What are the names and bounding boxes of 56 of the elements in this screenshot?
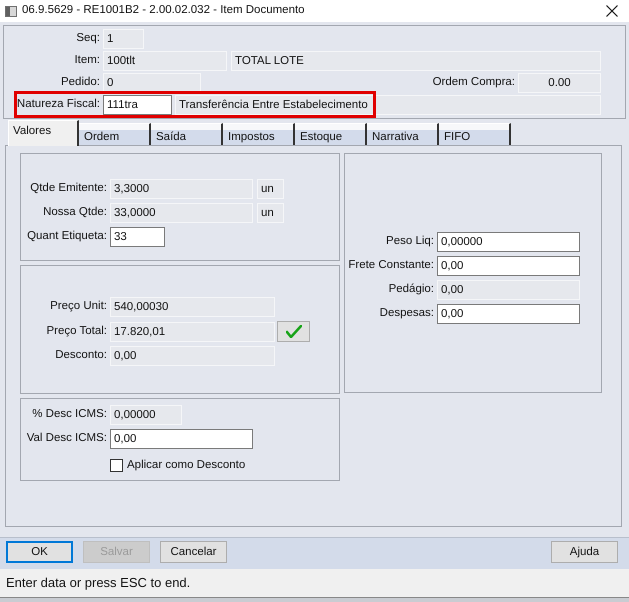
- unit-field: un: [257, 203, 284, 223]
- input-field[interactable]: 111tra: [103, 95, 172, 115]
- field-label: Frete Constante:: [347, 258, 434, 274]
- dialog-button[interactable]: OK: [6, 541, 73, 563]
- field-label: % Desc ICMS:: [31, 407, 107, 422]
- input-field[interactable]: 33: [110, 227, 165, 247]
- field-label: Pedágio:: [388, 282, 434, 298]
- window-title: 06.9.5629 - RE1001B2 - 2.00.02.032 - Item Documento: [22, 3, 305, 18]
- checkbox[interactable]: [110, 459, 123, 472]
- tab[interactable]: Estoque: [295, 123, 367, 145]
- readonly-field: 0,00000: [110, 405, 182, 425]
- input-field[interactable]: 0,00: [437, 256, 580, 276]
- close-icon[interactable]: [606, 5, 618, 17]
- readonly-field: 0: [103, 73, 201, 93]
- field-label: Peso Liq:: [385, 234, 434, 250]
- field-label: Pedido:: [60, 75, 100, 90]
- field-label: Despesas:: [378, 306, 434, 322]
- confirm-button[interactable]: [277, 321, 310, 342]
- readonly-field: 0,00: [437, 280, 580, 300]
- readonly-field: 540,00030: [110, 297, 275, 317]
- tab[interactable]: Valores: [8, 120, 79, 146]
- field-label: Nossa Qtde:: [42, 205, 107, 220]
- field-label: Val Desc ICMS:: [26, 431, 107, 446]
- readonly-field: Transferência Entre Estabelecimento: [175, 95, 601, 115]
- input-field[interactable]: 0,00: [110, 429, 253, 449]
- readonly-field: 0,00: [110, 346, 275, 366]
- input-field[interactable]: 0,00: [437, 304, 580, 324]
- field-label: Seq:: [75, 31, 100, 46]
- readonly-field: 1: [103, 29, 144, 49]
- field-label: Qtde Emitente:: [29, 181, 107, 196]
- field-label: Natureza Fiscal:: [16, 97, 100, 112]
- tab[interactable]: Impostos: [223, 123, 295, 145]
- readonly-field: 0.00: [518, 73, 601, 93]
- readonly-field: 33,0000: [110, 203, 253, 223]
- readonly-field: 3,3000: [110, 179, 253, 199]
- readonly-field: 17.820,01: [110, 322, 275, 342]
- readonly-field: 100tlt: [103, 51, 227, 71]
- tab[interactable]: FIFO: [439, 123, 511, 145]
- field-label: Preço Total:: [45, 324, 107, 339]
- window-icon: [5, 6, 17, 16]
- tab[interactable]: Narrativa: [367, 123, 439, 145]
- field-label: Desconto:: [54, 348, 107, 364]
- unit-field: un: [257, 179, 284, 199]
- field-label: Preço Unit:: [49, 299, 107, 314]
- field-label: Quant Etiqueta:: [26, 229, 107, 244]
- input-field[interactable]: 0,00000: [437, 232, 580, 252]
- dialog-button[interactable]: Cancelar: [160, 541, 227, 563]
- field-label: Ordem Compra:: [432, 75, 515, 90]
- help-button[interactable]: Ajuda: [551, 541, 618, 563]
- status-text: Enter data or press ESC to end.: [6, 574, 190, 592]
- readonly-field: TOTAL LOTE: [231, 51, 601, 71]
- tab[interactable]: Saída: [151, 123, 223, 145]
- check-icon: [286, 325, 302, 338]
- field-label: Item:: [73, 53, 100, 68]
- checkbox-label: Aplicar como Desconto: [127, 458, 246, 473]
- tab[interactable]: Ordem: [79, 123, 151, 145]
